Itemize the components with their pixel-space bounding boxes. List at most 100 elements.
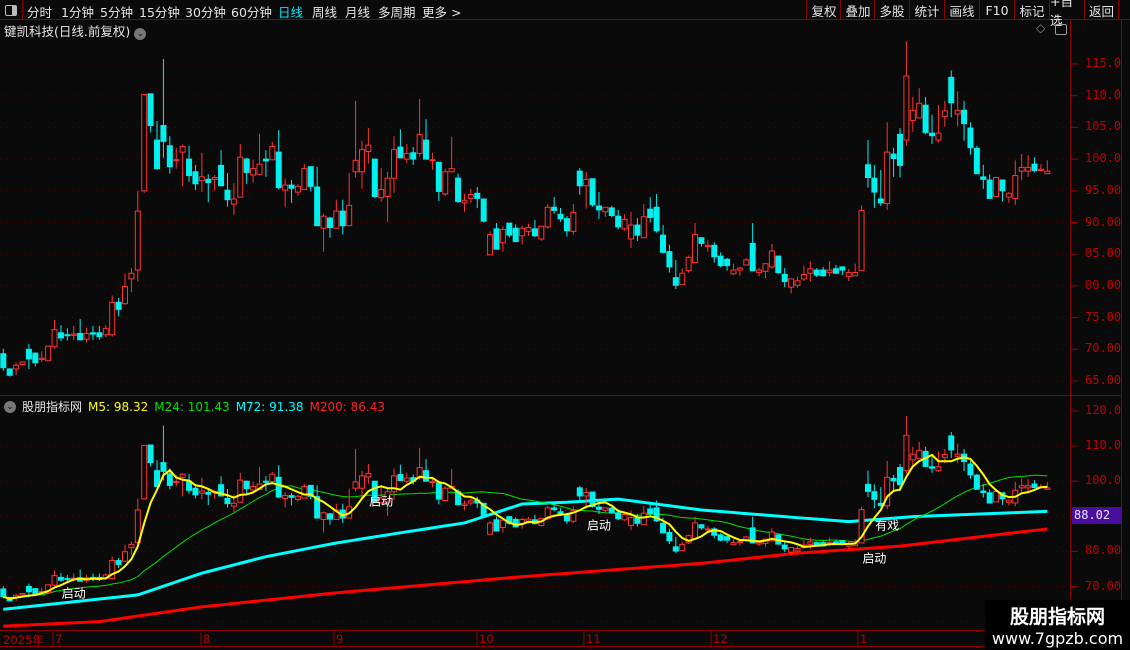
lower-candle (198, 490, 205, 494)
upper-candle (551, 206, 558, 211)
lower-candle (967, 463, 974, 476)
m200-line (3, 527, 1048, 628)
upper-candle (967, 127, 974, 149)
upper-candle (109, 301, 116, 336)
watermark-url: www.7gpzb.com (991, 629, 1124, 648)
upper-candle (986, 179, 993, 199)
time-axis-bottom-line (0, 646, 1121, 647)
upper-candle (576, 170, 583, 187)
signal-label: 启动 (369, 494, 394, 509)
upper-candle (186, 158, 193, 177)
upper-candle (525, 227, 532, 232)
lower-candle (51, 575, 58, 586)
upper-candle (647, 208, 654, 218)
lower-candle (275, 476, 282, 498)
lower-candle (269, 473, 276, 483)
upper-candle (935, 132, 942, 141)
upper-candle (205, 178, 212, 184)
upper-candle (448, 168, 455, 173)
upper-candle (864, 164, 871, 178)
upper-candle (70, 333, 77, 336)
lower-candle (736, 541, 743, 544)
upper-candle (237, 156, 244, 198)
lower-candle (929, 466, 936, 469)
lower-candle (679, 543, 686, 552)
upper-candle (474, 192, 481, 199)
upper-candle (775, 255, 782, 274)
upper-candle (166, 145, 173, 168)
upper-candle (800, 273, 807, 280)
upper-candle (416, 133, 423, 154)
upper-candle (352, 159, 359, 173)
upper-candle (640, 216, 647, 239)
upper-candle (999, 179, 1006, 192)
upper-candle (768, 250, 775, 268)
upper-candle (762, 263, 769, 272)
upper-candle (467, 194, 474, 199)
upper-candle (1025, 166, 1032, 172)
month-label: 7 (55, 632, 63, 646)
upper-candle (660, 234, 667, 253)
upper-candle (1012, 175, 1019, 199)
lower-candle (897, 467, 903, 486)
lower-candle (301, 485, 308, 499)
upper-candle (634, 224, 641, 236)
upper-candle (820, 269, 827, 277)
upper-candle (224, 189, 231, 201)
month-label: 8 (203, 632, 211, 646)
lower-candle (621, 514, 628, 521)
upper-candle (275, 151, 282, 189)
upper-candle (38, 357, 45, 360)
upper-candle (506, 222, 513, 236)
upper-candle (198, 176, 205, 182)
upper-candle (704, 244, 711, 248)
lower-candle (397, 474, 404, 481)
upper-candle (666, 251, 673, 268)
upper-candle (832, 268, 839, 274)
upper-candle (1031, 163, 1038, 172)
lower-candle (326, 513, 333, 520)
upper-candle (807, 268, 814, 274)
lower-candle (57, 576, 64, 581)
upper-candle (595, 205, 602, 211)
lower-candle (1031, 483, 1038, 489)
signal-label: 启动 (586, 518, 611, 533)
upper-candle (929, 132, 936, 137)
month-label: 11 (586, 632, 601, 646)
upper-candle (121, 286, 128, 305)
upper-candle (0, 353, 7, 369)
lower-candle (205, 491, 212, 495)
lower-candle (19, 593, 26, 596)
upper-candle (358, 149, 365, 173)
upper-candle (45, 345, 52, 362)
lower-candle (595, 506, 602, 510)
upper-candle (781, 273, 788, 282)
upper-candle (262, 158, 269, 162)
upper-candle (461, 199, 468, 204)
signal-label: 有戏 (875, 518, 900, 533)
lower-candle (1018, 485, 1025, 489)
lower-candle (403, 477, 410, 482)
lower-candle (954, 453, 961, 457)
upper-candle (13, 364, 20, 370)
upper-candle (326, 217, 333, 229)
upper-candle (743, 259, 750, 266)
candlestick-chart[interactable] (0, 0, 1130, 650)
upper-candle (871, 177, 878, 193)
stock-chart-window: 分时 1分钟 5分钟 15分钟 30分钟 60分钟 日线 周线 月线 多周期 更… (0, 0, 1130, 650)
upper-candle (429, 159, 436, 162)
lower-candle (121, 551, 128, 562)
upper-candle (25, 348, 32, 360)
lower-candle (1025, 485, 1032, 489)
upper-candle (128, 272, 135, 280)
upper-candle (679, 272, 686, 286)
upper-candle (397, 146, 404, 159)
upper-candle (250, 168, 257, 176)
upper-candle (410, 152, 417, 160)
lower-candle (871, 491, 878, 500)
upper-candle (89, 332, 96, 335)
upper-candle (346, 204, 353, 227)
upper-candle (717, 255, 724, 267)
upper-candle (1018, 166, 1025, 172)
lower-candle (147, 444, 154, 464)
